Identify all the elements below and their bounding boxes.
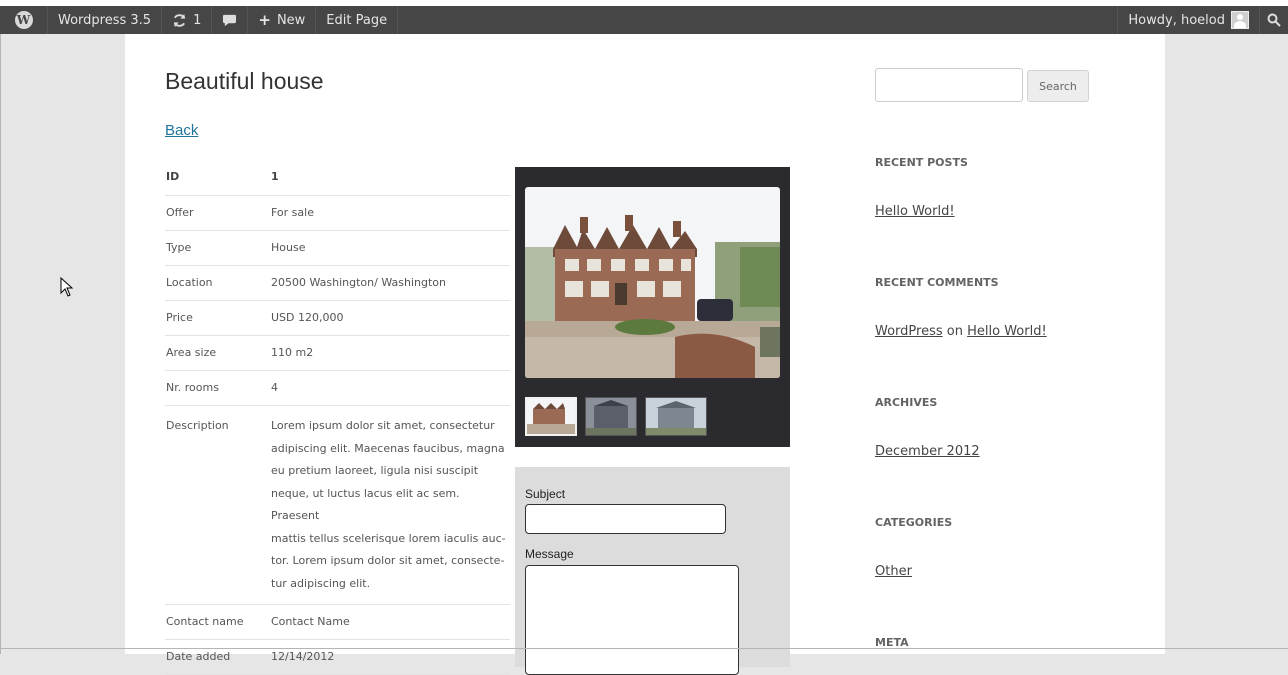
detail-key: Contact name: [165, 604, 270, 640]
detail-value: 1: [270, 166, 510, 196]
subject-label: Subject: [525, 487, 566, 501]
description-line: eu pretium laoreet, ligula nisi suscipit: [271, 464, 479, 477]
admin-bar-new[interactable]: + New: [248, 6, 317, 34]
refresh-icon: [173, 13, 186, 27]
thumbnail-2-image: [586, 398, 636, 435]
recent-posts-title: RECENT POSTS: [875, 156, 968, 169]
detail-key: ID: [165, 166, 270, 196]
archives-title: ARCHIVES: [875, 396, 938, 409]
detail-key: Nr. rooms: [165, 370, 270, 406]
detail-key: Description: [165, 405, 270, 605]
description-line: tur adipiscing elit.: [271, 576, 371, 590]
photo-gallery: [515, 167, 790, 447]
admin-bar-edit-page[interactable]: Edit Page: [316, 6, 399, 34]
recent-post-link[interactable]: Hello World!: [875, 204, 955, 219]
page-content: Beautiful house Back ID 1 Offer For sale…: [125, 34, 1165, 675]
detail-value: 20500 Washington/ Washington: [270, 265, 510, 301]
admin-bar-site-name[interactable]: Wordpress 3.5: [48, 6, 163, 34]
comment-author-link[interactable]: WordPress: [875, 324, 943, 339]
recent-comments-title: RECENT COMMENTS: [875, 276, 999, 289]
detail-key: Type: [165, 230, 270, 266]
table-row: Offer For sale: [165, 195, 510, 231]
detail-key: Date added: [165, 639, 270, 675]
plus-icon: +: [258, 11, 271, 29]
message-textarea[interactable]: [525, 565, 739, 675]
window-left-edge: [0, 34, 1, 654]
wordpress-logo-menu[interactable]: W: [0, 6, 48, 34]
archive-link[interactable]: December 2012: [875, 444, 980, 459]
property-details-table: ID 1 Offer For sale Type House Location …: [165, 166, 510, 675]
wordpress-logo-icon: W: [14, 11, 33, 29]
house-photo-image: [525, 187, 780, 378]
comment-post-link[interactable]: Hello World!: [967, 324, 1047, 339]
table-row: Area size 110 m2: [165, 335, 510, 371]
detail-key: Location: [165, 265, 270, 301]
table-row: Date added 12/14/2012: [165, 639, 510, 675]
category-link[interactable]: Other: [875, 564, 912, 579]
table-row: Type House: [165, 230, 510, 266]
detail-key: Area size: [165, 335, 270, 371]
back-link[interactable]: Back: [165, 122, 198, 139]
recent-comment-item: WordPress on Hello World!: [875, 324, 1047, 339]
table-row: Price USD 120,000: [165, 300, 510, 336]
table-row: Description Lorem ipsum dolor sit amet, …: [165, 405, 510, 605]
table-row: Contact name Contact Name: [165, 604, 510, 640]
search-button[interactable]: Search: [1027, 70, 1089, 102]
detail-value: For sale: [270, 195, 510, 231]
detail-value: Contact Name: [270, 604, 510, 640]
description-text: Lorem ipsum dolor sit amet, consectetur …: [270, 405, 510, 605]
thumbnail-3[interactable]: [645, 397, 707, 436]
description-line: tor. Lorem ipsum dolor sit amet, consect…: [271, 554, 505, 567]
admin-bar-search[interactable]: [1259, 6, 1288, 34]
thumbnail-1-image: [527, 399, 575, 434]
thumbnail-2[interactable]: [585, 397, 637, 436]
window-bottom-edge: [0, 648, 1288, 649]
table-row: Nr. rooms 4: [165, 370, 510, 406]
subject-input[interactable]: [525, 504, 726, 534]
new-label: New: [276, 12, 306, 28]
description-line: Lorem ipsum dolor sit amet, consectetur: [271, 419, 495, 432]
updates-count: 1: [193, 12, 202, 28]
description-line: mattis tellus scelerisque lorem iaculis …: [271, 531, 506, 545]
mouse-cursor-icon: [60, 277, 74, 297]
category-link-text[interactable]: Other: [875, 564, 912, 579]
table-row: Location 20500 Washington/ Washington: [165, 265, 510, 301]
comment-on-text: on: [946, 324, 963, 339]
detail-value: 110 m2: [270, 335, 510, 371]
search-icon: [1267, 13, 1281, 27]
admin-bar-comments[interactable]: [212, 6, 249, 34]
table-row: ID 1: [165, 166, 510, 196]
description-line: adipiscing elit. Maecenas faucibus, magn…: [271, 441, 505, 455]
site-name-label: Wordpress 3.5: [58, 12, 152, 28]
edit-page-label: Edit Page: [326, 12, 388, 28]
search-input[interactable]: [875, 68, 1023, 102]
detail-key: Price: [165, 300, 270, 336]
howdy-label: Howdy, hoelod: [1128, 12, 1225, 28]
detail-value: House: [270, 230, 510, 266]
admin-bar-account[interactable]: Howdy, hoelod: [1117, 6, 1259, 34]
categories-title: CATEGORIES: [875, 516, 953, 529]
detail-value: 4: [270, 370, 510, 406]
detail-value: 12/14/2012: [270, 639, 510, 675]
contact-form: Subject Message: [515, 467, 790, 675]
archive-link-text[interactable]: December 2012: [875, 444, 980, 459]
admin-bar: W Wordpress 3.5 1 + New Edit Page Howdy,…: [0, 6, 1288, 34]
page-title: Beautiful house: [165, 68, 324, 94]
message-label: Message: [525, 547, 574, 561]
detail-key: Offer: [165, 195, 270, 231]
comment-bubble-icon: [223, 14, 237, 27]
admin-bar-spacer: [398, 6, 1117, 34]
main-house-photo[interactable]: [525, 187, 780, 378]
thumbnail-1[interactable]: [525, 397, 577, 436]
admin-bar-updates[interactable]: 1: [162, 6, 213, 34]
avatar: [1231, 11, 1249, 29]
recent-post-link-text[interactable]: Hello World!: [875, 204, 955, 219]
description-line: neque, ut luctus lacus elit ac sem. Prae…: [271, 486, 460, 523]
thumbnail-3-image: [646, 398, 706, 435]
detail-value: USD 120,000: [270, 300, 510, 336]
